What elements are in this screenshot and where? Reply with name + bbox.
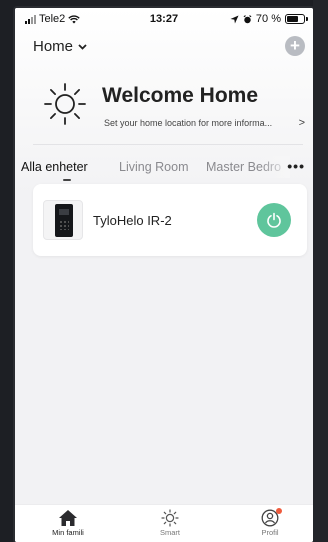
welcome-banner[interactable]: Welcome Home Set your home location for … xyxy=(15,74,313,144)
chevron-down-icon xyxy=(78,43,87,50)
app-header: Home + xyxy=(15,36,313,60)
tab-all-devices[interactable]: Alla enheter xyxy=(21,160,88,174)
add-device-button[interactable]: + xyxy=(285,36,305,56)
device-thumbnail xyxy=(43,200,83,240)
battery-icon xyxy=(285,14,308,24)
status-right: 70 % xyxy=(230,13,308,25)
battery-percent: 70 % xyxy=(255,13,281,25)
power-icon xyxy=(267,212,281,228)
room-tabs: Alla enheter Living Room Master Bedro ••… xyxy=(15,152,313,182)
nav-home[interactable]: Min famili xyxy=(38,509,98,537)
sun-icon xyxy=(161,509,179,527)
nav-profile-label: Profil xyxy=(261,528,279,537)
nav-smart-label: Smart xyxy=(159,528,180,537)
divider xyxy=(33,144,303,145)
frame-edge xyxy=(313,0,328,542)
sun-icon xyxy=(44,83,86,125)
nav-home-label: Min famili xyxy=(52,528,84,537)
tab-active-indicator xyxy=(63,179,71,181)
welcome-title: Welcome Home xyxy=(102,84,258,107)
home-icon xyxy=(59,510,77,526)
nav-profile[interactable]: Profil xyxy=(240,508,300,537)
chevron-right-icon: > xyxy=(298,117,305,129)
more-rooms-button[interactable]: ••• xyxy=(287,158,305,174)
home-selector-label: Home xyxy=(33,38,74,55)
phone-screen: Tele2 13:27 70 % Home + Welcome Home Set… xyxy=(15,8,313,542)
welcome-subtitle: Set your home location for more informa.… xyxy=(104,118,273,128)
notification-badge xyxy=(276,508,282,514)
location-arrow-icon xyxy=(230,14,239,24)
tab-fade xyxy=(260,156,290,178)
power-button[interactable] xyxy=(257,203,291,237)
alarm-icon xyxy=(243,14,252,23)
tab-living-room[interactable]: Living Room xyxy=(119,160,188,174)
status-bar: Tele2 13:27 70 % xyxy=(15,8,313,30)
nav-smart[interactable]: Smart xyxy=(140,509,200,537)
device-card[interactable]: TyloHelo IR-2 xyxy=(33,184,307,256)
device-name: TyloHelo IR-2 xyxy=(93,213,172,228)
home-selector[interactable]: Home xyxy=(33,38,87,55)
bottom-navigation: Min famili Smart Profil xyxy=(15,504,313,542)
